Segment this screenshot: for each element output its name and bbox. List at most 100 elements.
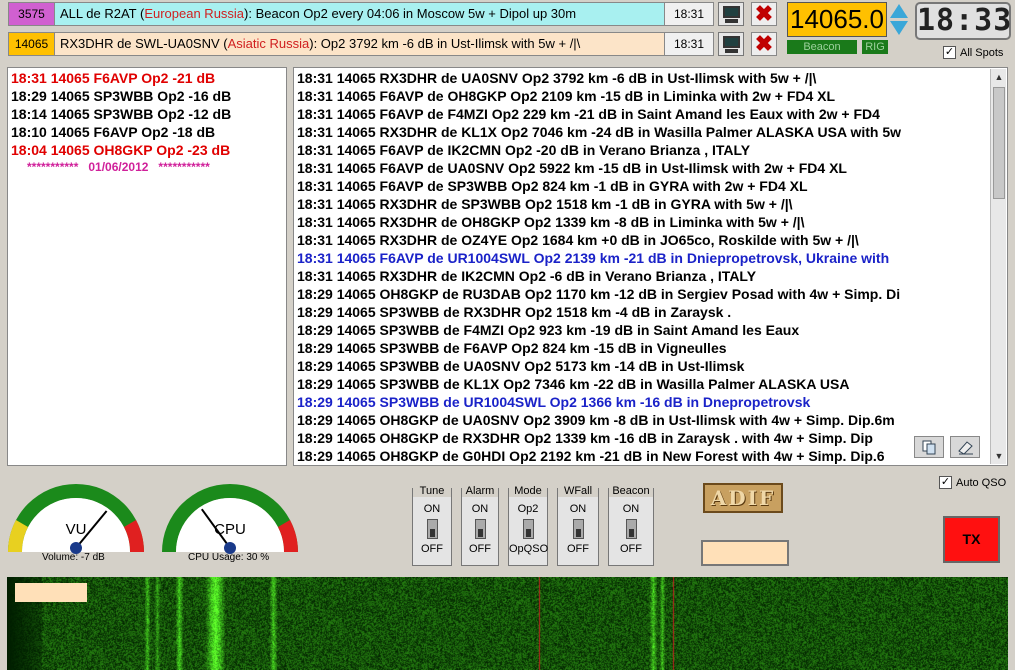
- recent-spot-row[interactable]: 18:14 14065 SP3WBB Op2 -12 dB: [11, 105, 283, 123]
- log-row[interactable]: 18:29 14065 OH8GKP de RU3DAB Op2 1170 km…: [297, 285, 1004, 303]
- log-row[interactable]: 18:31 14065 RX3DHR de IK2CMN Op2 -6 dB i…: [297, 267, 1004, 285]
- frequency-display[interactable]: 14065.0: [787, 2, 887, 37]
- arrow-up-icon[interactable]: [890, 4, 908, 18]
- waterfall-display[interactable]: [7, 577, 1008, 670]
- monitor-icon[interactable]: [718, 32, 744, 56]
- all-spots-label: All Spots: [960, 46, 1004, 59]
- log-row[interactable]: 18:31 14065 F6AVP de F4MZI Op2 229 km -2…: [297, 105, 1004, 123]
- frequency-spinner[interactable]: [889, 3, 909, 37]
- scroll-up-icon[interactable]: ▲: [991, 69, 1007, 85]
- spot-suffix: ): Beacon Op2 every 04:06 in Moscow 5w +…: [244, 6, 577, 21]
- switch-title: Tune: [413, 486, 451, 497]
- waterfall-marker[interactable]: [15, 583, 87, 602]
- toggle-knob-icon[interactable]: [573, 519, 584, 539]
- switch-title: Alarm: [462, 486, 498, 497]
- spot-time: 18:31: [664, 32, 714, 56]
- spot-suffix: ): Op2 3792 km -6 dB in Ust-Ilimsk with …: [309, 36, 581, 51]
- checkbox-checked-icon[interactable]: ✓: [939, 476, 952, 489]
- switch-off-label: OFF: [567, 543, 589, 555]
- waterfall-canvas[interactable]: [7, 577, 1008, 670]
- log-row[interactable]: 18:29 14065 OH8GKP de UA0SNV Op2 3909 km…: [297, 411, 1004, 429]
- auto-qso-checkbox[interactable]: ✓ Auto QSO: [939, 476, 1006, 489]
- close-icon[interactable]: ✖: [751, 2, 777, 26]
- switch-title: Beacon: [609, 486, 653, 497]
- recent-spots-list[interactable]: 18:31 14065 F6AVP Op2 -21 dB 18:29 14065 …: [7, 67, 287, 466]
- recent-spot-row[interactable]: 18:04 14065 OH8GKP Op2 -23 dB: [11, 141, 283, 159]
- toggle-knob-icon[interactable]: [427, 519, 438, 539]
- log-row[interactable]: 18:31 14065 RX3DHR de UA0SNV Op2 3792 km…: [297, 69, 1004, 87]
- toggle-knob-icon[interactable]: [626, 519, 637, 539]
- switch-off-label: OFF: [620, 543, 642, 555]
- spot-frequency: 14065: [8, 32, 55, 56]
- toggle-knob-icon[interactable]: [523, 519, 534, 539]
- spot-bar[interactable]: 14065 RX3DHR de SWL-UA0SNV (Asiatic Russ…: [8, 32, 672, 56]
- adif-field[interactable]: [701, 540, 789, 566]
- log-row[interactable]: 18:31 14065 RX3DHR de KL1X Op2 7046 km -…: [297, 123, 1004, 141]
- switch-on-label: ON: [622, 503, 640, 515]
- switch-tune[interactable]: Tune ON OFF: [412, 486, 452, 566]
- spot-bar[interactable]: 3575 ALL de R2AT (European Russia): Beac…: [8, 2, 672, 26]
- log-row[interactable]: 18:31 14065 RX3DHR de SP3WBB Op2 1518 km…: [297, 195, 1004, 213]
- log-row[interactable]: 18:31 14065 RX3DHR de OZ4YE Op2 1684 km …: [297, 231, 1004, 249]
- switch-off-label: OFF: [421, 543, 443, 555]
- date-separator: *********** 01/06/2012 ***********: [27, 160, 210, 174]
- switch-beacon[interactable]: Beacon ON OFF: [608, 486, 654, 566]
- all-spots-checkbox[interactable]: ✓ All Spots: [943, 46, 1003, 59]
- toggle-knob-icon[interactable]: [475, 519, 486, 539]
- eraser-icon: [958, 441, 973, 455]
- log-row[interactable]: 18:31 14065 F6AVP de SP3WBB Op2 824 km -…: [297, 177, 1004, 195]
- log-row[interactable]: 18:31 14065 F6AVP de OH8GKP Op2 2109 km …: [297, 87, 1004, 105]
- log-row[interactable]: 18:29 14065 SP3WBB de F4MZI Op2 923 km -…: [297, 321, 1004, 339]
- recent-spot-row[interactable]: 18:10 14065 F6AVP Op2 -18 dB: [11, 123, 283, 141]
- log-row[interactable]: 18:29 14065 SP3WBB de UA0SNV Op2 5173 km…: [297, 357, 1004, 375]
- spot-time: 18:31: [664, 2, 714, 26]
- vu-label: VU: [66, 521, 87, 538]
- switch-title: Mode: [509, 486, 547, 497]
- switch-alarm[interactable]: Alarm ON OFF: [461, 486, 499, 566]
- scroll-thumb[interactable]: [993, 87, 1005, 199]
- switch-on-label: Op2: [517, 503, 539, 515]
- auto-qso-label: Auto QSO: [956, 476, 1007, 489]
- copy-button[interactable]: [914, 436, 944, 458]
- log-row[interactable]: 18:29 14065 OH8GKP de RX3DHR Op2 1339 km…: [297, 429, 1004, 447]
- log-row[interactable]: 18:31 14065 F6AVP de IK2CMN Op2 -20 dB i…: [297, 141, 1004, 159]
- monitor-icon[interactable]: [718, 2, 744, 26]
- switch-on-label: ON: [471, 503, 489, 515]
- spot-log[interactable]: 18:31 14065 RX3DHR de UA0SNV Op2 3792 km…: [293, 67, 1008, 466]
- spot-message: ALL de R2AT (European Russia): Beacon Op…: [55, 2, 672, 26]
- arrow-down-icon[interactable]: [890, 21, 908, 35]
- utc-clock: 18:33: [915, 2, 1013, 40]
- switch-mode[interactable]: Mode Op2 OpQSO: [508, 486, 548, 566]
- log-row[interactable]: 18:31 14065 F6AVP de UR1004SWL Op2 2139 …: [297, 249, 1004, 267]
- spot-message: RX3DHR de SWL-UA0SNV (Asiatic Russia): O…: [55, 32, 672, 56]
- spot-frequency: 3575: [8, 2, 55, 26]
- log-row[interactable]: 18:29 14065 SP3WBB de KL1X Op2 7346 km -…: [297, 375, 1004, 393]
- recent-spot-row[interactable]: 18:29 14065 SP3WBB Op2 -16 dB: [11, 87, 283, 105]
- checkbox-checked-icon[interactable]: ✓: [943, 46, 956, 59]
- app-window: 3575 ALL de R2AT (European Russia): Beac…: [0, 0, 1015, 670]
- switch-on-label: ON: [423, 503, 441, 515]
- log-row[interactable]: 18:29 14065 SP3WBB de RX3DHR Op2 1518 km…: [297, 303, 1004, 321]
- log-row[interactable]: 18:29 14065 OH8GKP de G0HDI Op2 2192 km …: [297, 447, 1004, 465]
- switch-off-label: OFF: [469, 543, 491, 555]
- spot-country: European Russia: [144, 6, 245, 21]
- erase-button[interactable]: [950, 436, 980, 458]
- beacon-indicator[interactable]: Beacon: [787, 40, 857, 54]
- switch-title: WFall: [558, 486, 598, 497]
- log-row[interactable]: 18:31 14065 RX3DHR de OH8GKP Op2 1339 km…: [297, 213, 1004, 231]
- spot-prefix: ALL de R2AT (: [60, 6, 145, 21]
- switch-wfall[interactable]: WFall ON OFF: [557, 486, 599, 566]
- log-row[interactable]: 18:31 14065 F6AVP de UA0SNV Op2 5922 km …: [297, 159, 1004, 177]
- log-row[interactable]: 18:29 14065 SP3WBB de UR1004SWL Op2 1366…: [297, 393, 1004, 411]
- rig-indicator[interactable]: RIG: [862, 40, 888, 54]
- recent-spot-row[interactable]: 18:31 14065 F6AVP Op2 -21 dB: [11, 69, 283, 87]
- copy-icon: [922, 440, 936, 455]
- scroll-down-icon[interactable]: ▼: [991, 448, 1007, 464]
- log-scrollbar[interactable]: ▲ ▼: [990, 69, 1006, 464]
- tx-button[interactable]: TX: [943, 516, 1000, 563]
- spot-prefix: RX3DHR de SWL-UA0SNV (: [60, 36, 228, 51]
- close-icon[interactable]: ✖: [751, 32, 777, 56]
- volume-caption: Volume: -7 dB: [42, 552, 105, 563]
- log-row[interactable]: 18:29 14065 SP3WBB de F6AVP Op2 824 km -…: [297, 339, 1004, 357]
- adif-button[interactable]: ADIF: [703, 483, 783, 513]
